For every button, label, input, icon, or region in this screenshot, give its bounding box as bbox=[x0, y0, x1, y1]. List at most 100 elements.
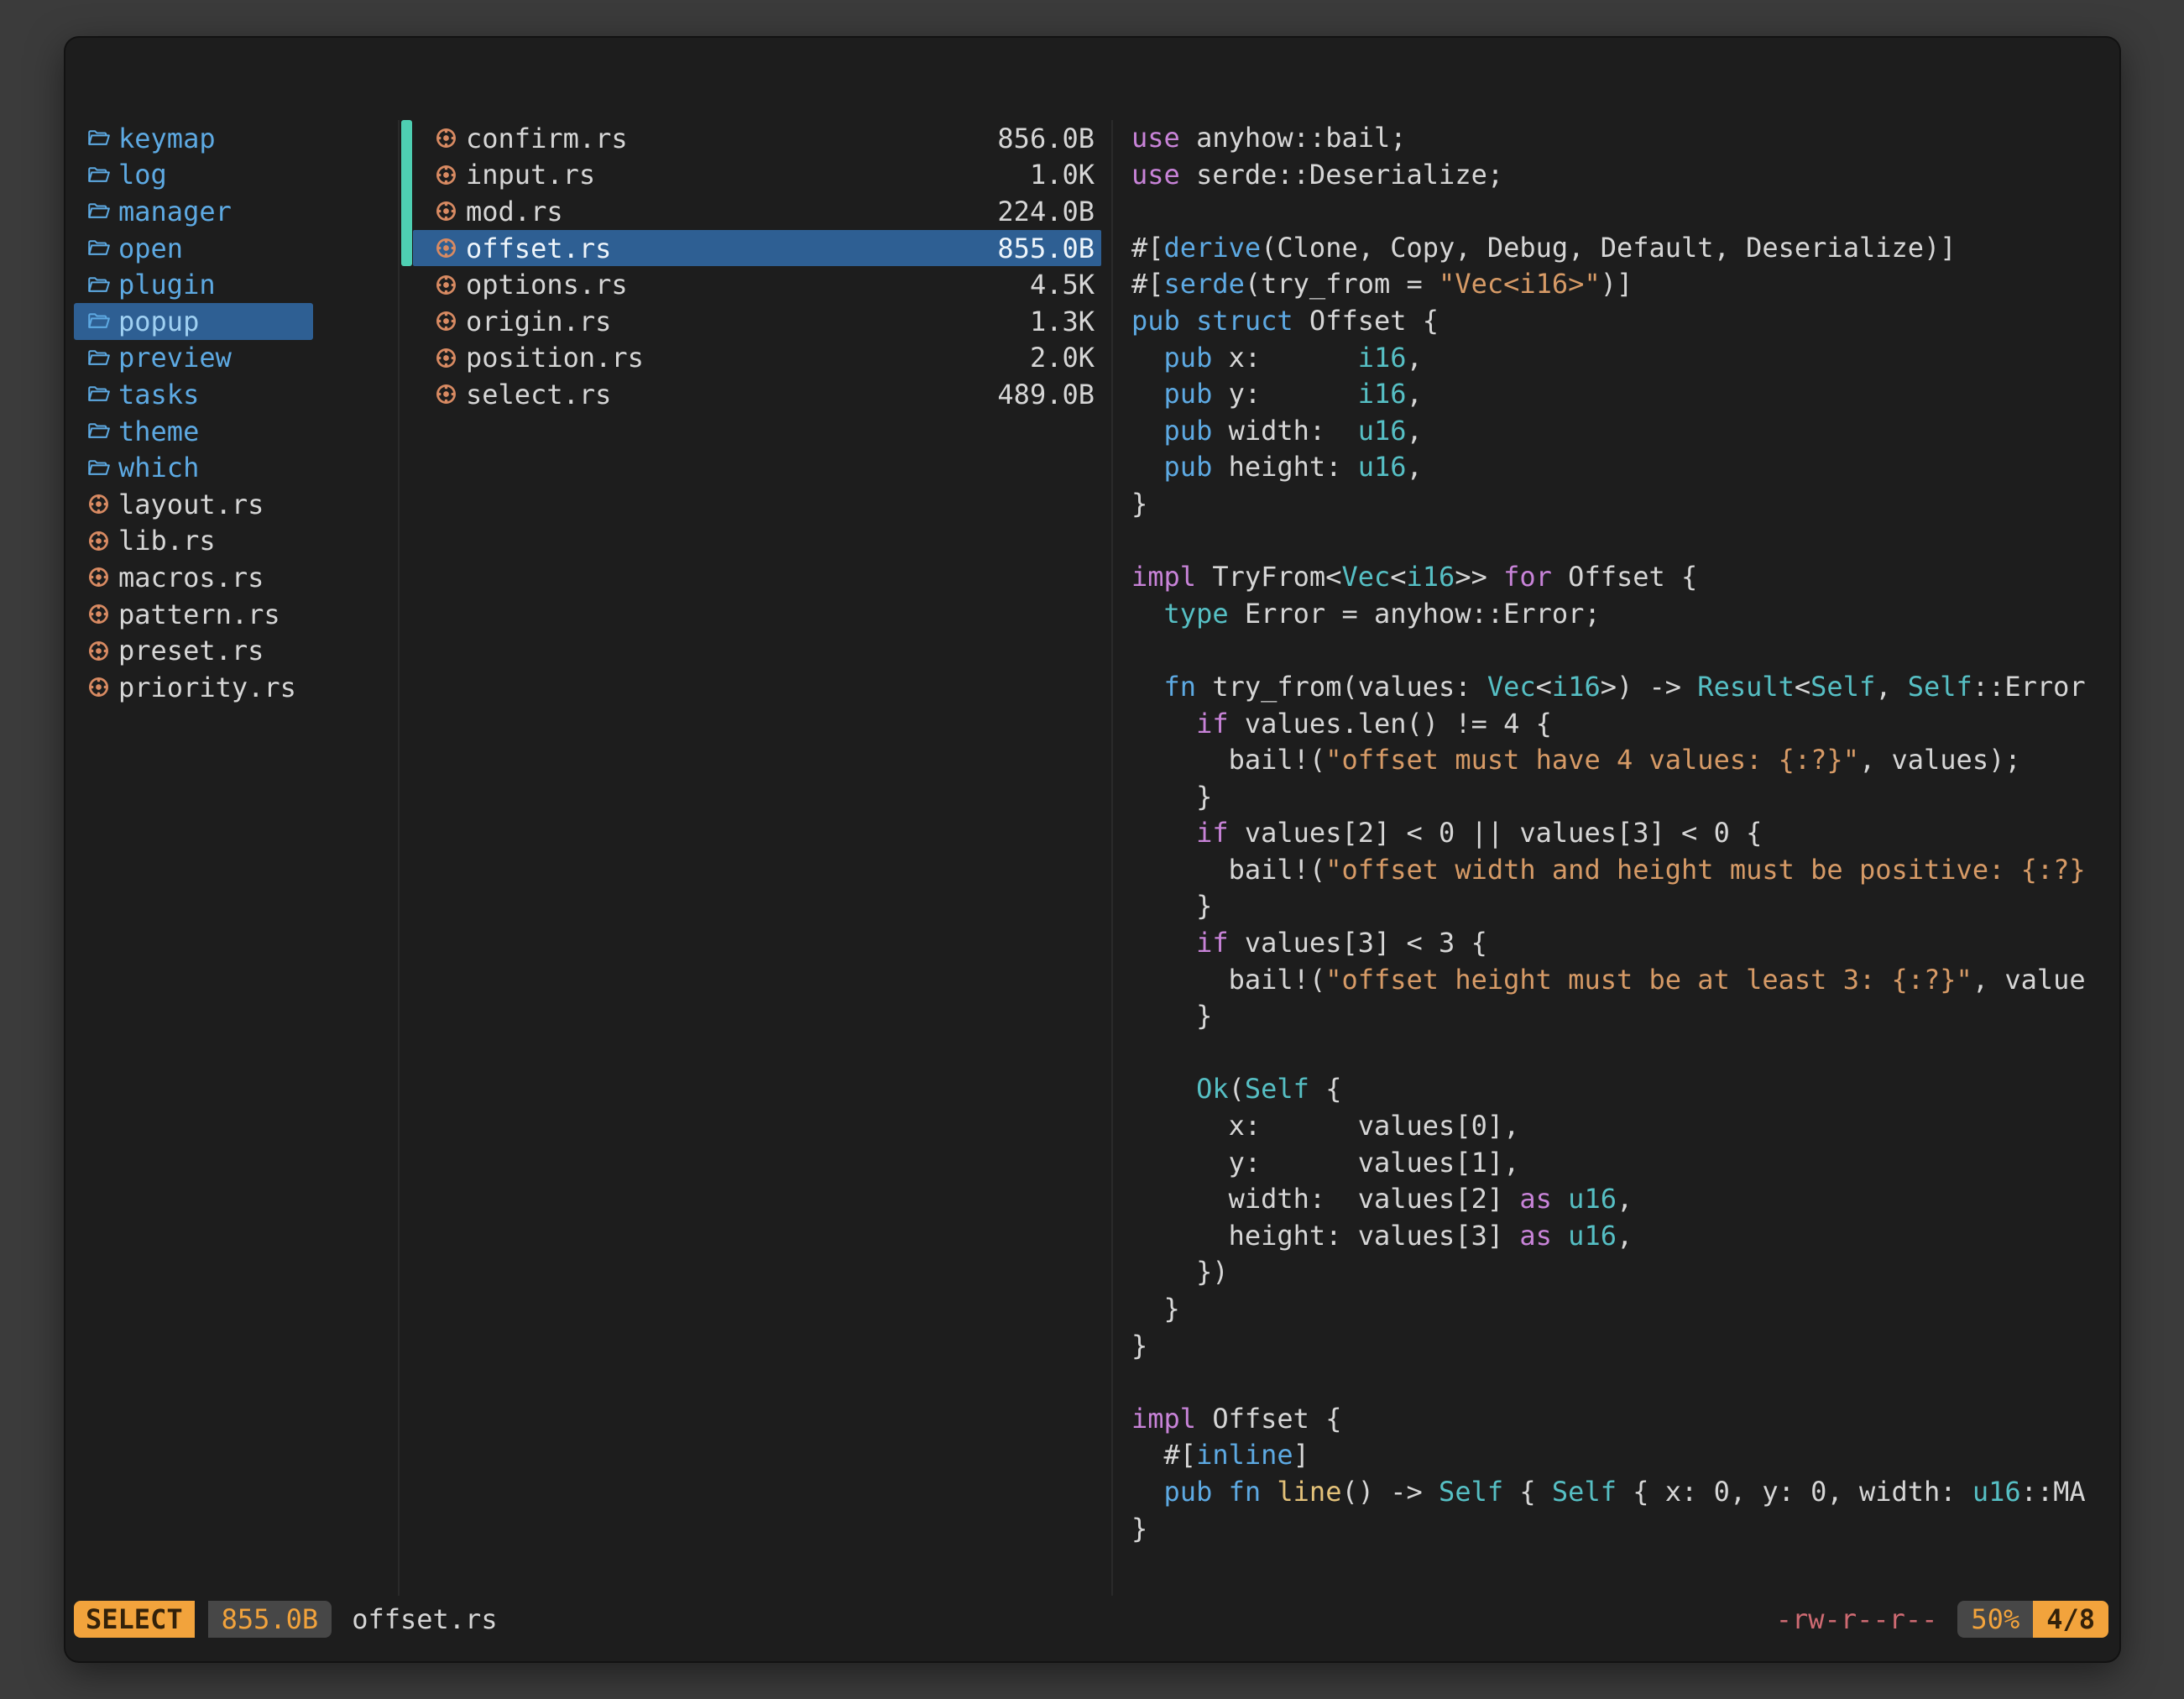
file-row-select-rs[interactable]: select.rs489.0B bbox=[413, 376, 1101, 413]
code-line: use anyhow::bail; bbox=[1131, 120, 2116, 157]
file-row-origin-rs[interactable]: origin.rs1.3K bbox=[413, 303, 1101, 340]
sidebar-item-label: pattern.rs bbox=[118, 599, 280, 630]
code-line bbox=[1131, 193, 2116, 230]
code-line: bail!("offset must have 4 values: {:?}",… bbox=[1131, 742, 2116, 779]
sidebar-item-macros-rs[interactable]: macros.rs bbox=[74, 559, 313, 596]
rust-file-icon bbox=[87, 566, 110, 588]
sidebar-item-label: preset.rs bbox=[118, 635, 264, 667]
code-line: } bbox=[1131, 888, 2116, 925]
folder-open-icon bbox=[87, 457, 110, 479]
file-manager-window: keymap log manager open plugin popup preview ta… bbox=[65, 38, 2119, 1661]
file-size: 2.0K bbox=[1030, 342, 1095, 374]
rust-file-icon bbox=[87, 603, 110, 625]
sidebar-item-label: popup bbox=[118, 306, 199, 337]
rust-file-icon bbox=[435, 274, 457, 296]
rust-file-icon bbox=[87, 676, 110, 698]
pane-divider-left bbox=[398, 120, 400, 1596]
sidebar-item-theme[interactable]: theme bbox=[74, 413, 313, 450]
file-row-mod-rs[interactable]: mod.rs224.0B bbox=[413, 193, 1101, 230]
rust-file-icon bbox=[435, 383, 457, 405]
sidebar-item-tasks[interactable]: tasks bbox=[74, 376, 313, 413]
folder-open-icon bbox=[87, 127, 110, 149]
filelist-scrollbar[interactable] bbox=[401, 120, 412, 266]
file-size: 4.5K bbox=[1030, 269, 1095, 301]
file-size: 1.3K bbox=[1030, 306, 1095, 337]
rust-file-icon bbox=[435, 200, 457, 222]
sidebar-item-label: open bbox=[118, 233, 183, 264]
code-line: } bbox=[1131, 486, 2116, 523]
sidebar-item-log[interactable]: log bbox=[74, 157, 313, 194]
file-name: confirm.rs bbox=[466, 123, 997, 154]
sidebar-item-preview[interactable]: preview bbox=[74, 340, 313, 377]
folder-open-icon bbox=[87, 310, 110, 332]
status-filename: offset.rs bbox=[352, 1603, 497, 1635]
file-size: 224.0B bbox=[997, 196, 1095, 227]
code-line: #[inline] bbox=[1131, 1437, 2116, 1474]
file-row-position-rs[interactable]: position.rs2.0K bbox=[413, 340, 1101, 377]
file-size: 856.0B bbox=[997, 123, 1095, 154]
code-line: bail!("offset width and height must be p… bbox=[1131, 852, 2116, 889]
sidebar-item-priority-rs[interactable]: priority.rs bbox=[74, 669, 313, 706]
code-line: type Error = anyhow::Error; bbox=[1131, 596, 2116, 633]
code-line: } bbox=[1131, 1291, 2116, 1328]
percent-badge: 50% bbox=[1957, 1601, 2033, 1638]
file-name: options.rs bbox=[466, 269, 1030, 301]
sidebar-item-layout-rs[interactable]: layout.rs bbox=[74, 486, 313, 523]
sidebar-item-label: keymap bbox=[118, 123, 216, 154]
sidebar-item-preset-rs[interactable]: preset.rs bbox=[74, 632, 313, 669]
rust-file-icon bbox=[435, 237, 457, 259]
file-name: input.rs bbox=[466, 159, 1030, 191]
folder-open-icon bbox=[87, 164, 110, 186]
code-line: } bbox=[1131, 1511, 2116, 1548]
rust-file-icon bbox=[435, 164, 457, 186]
sidebar-item-label: manager bbox=[118, 196, 232, 227]
file-row-confirm-rs[interactable]: confirm.rs856.0B bbox=[413, 120, 1101, 157]
sidebar-item-label: theme bbox=[118, 416, 199, 447]
sidebar-item-label: macros.rs bbox=[118, 562, 264, 593]
code-line: } bbox=[1131, 1328, 2116, 1365]
code-line: pub x: i16, bbox=[1131, 340, 2116, 377]
rust-file-icon bbox=[435, 127, 457, 149]
sidebar-item-label: which bbox=[118, 452, 199, 484]
code-line: } bbox=[1131, 779, 2116, 816]
code-line: fn try_from(values: Vec<i16>) -> Result<… bbox=[1131, 669, 2116, 706]
file-name: mod.rs bbox=[466, 196, 997, 227]
code-line: #[serde(try_from = "Vec<i16>")] bbox=[1131, 266, 2116, 303]
folder-open-icon bbox=[87, 383, 110, 405]
code-line: pub fn line() -> Self { Self { x: 0, y: … bbox=[1131, 1474, 2116, 1511]
folder-open-icon bbox=[87, 237, 110, 259]
code-line: y: values[1], bbox=[1131, 1145, 2116, 1182]
code-line: pub height: u16, bbox=[1131, 449, 2116, 486]
sidebar-item-manager[interactable]: manager bbox=[74, 193, 313, 230]
code-line: pub y: i16, bbox=[1131, 376, 2116, 413]
sidebar-item-label: plugin bbox=[118, 269, 216, 301]
code-line: pub struct Offset { bbox=[1131, 303, 2116, 340]
code-line: } bbox=[1131, 998, 2116, 1035]
rust-file-icon bbox=[87, 640, 110, 662]
sidebar-item-which[interactable]: which bbox=[74, 449, 313, 486]
sidebar-item-keymap[interactable]: keymap bbox=[74, 120, 313, 157]
code-line: impl Offset { bbox=[1131, 1401, 2116, 1438]
code-line bbox=[1131, 1035, 2116, 1072]
sidebar-item-open[interactable]: open bbox=[74, 230, 313, 267]
file-row-input-rs[interactable]: input.rs1.0K bbox=[413, 157, 1101, 194]
size-badge: 855.0B bbox=[208, 1601, 332, 1638]
rust-file-icon bbox=[87, 530, 110, 552]
file-row-offset-rs[interactable]: offset.rs855.0B bbox=[413, 230, 1101, 267]
code-line bbox=[1131, 632, 2116, 669]
file-name: position.rs bbox=[466, 342, 1030, 374]
file-name: offset.rs bbox=[466, 233, 997, 264]
sidebar-item-label: priority.rs bbox=[118, 672, 296, 703]
sidebar-item-label: preview bbox=[118, 342, 232, 374]
rust-file-icon bbox=[435, 310, 457, 332]
code-line: pub width: u16, bbox=[1131, 413, 2116, 450]
sidebar-item-label: tasks bbox=[118, 379, 199, 410]
folder-open-icon bbox=[87, 200, 110, 222]
sidebar-item-label: log bbox=[118, 159, 167, 191]
sidebar-item-plugin[interactable]: plugin bbox=[74, 266, 313, 303]
sidebar-list: keymap log manager open plugin popup preview ta… bbox=[74, 120, 313, 706]
sidebar-item-lib-rs[interactable]: lib.rs bbox=[74, 523, 313, 560]
file-row-options-rs[interactable]: options.rs4.5K bbox=[413, 266, 1101, 303]
sidebar-item-pattern-rs[interactable]: pattern.rs bbox=[74, 596, 313, 633]
sidebar-item-popup[interactable]: popup bbox=[74, 303, 313, 340]
